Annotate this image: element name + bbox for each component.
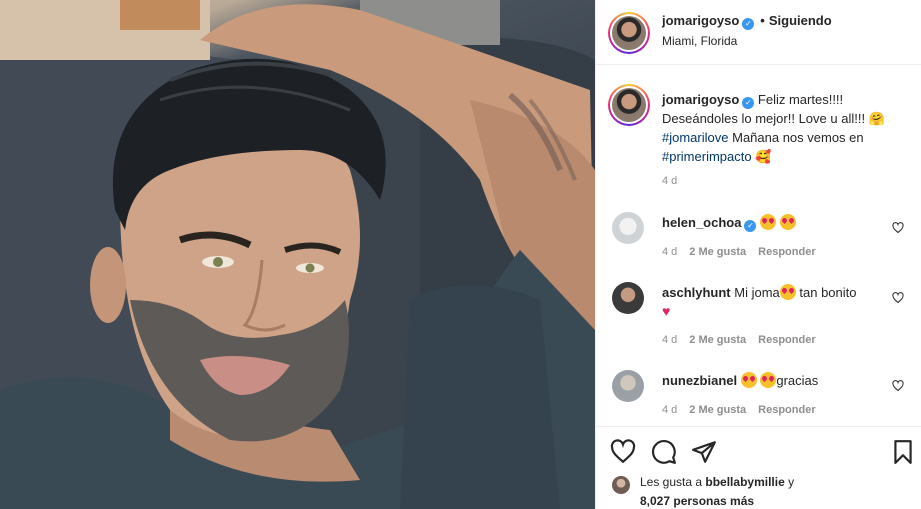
bookmark-icon[interactable] [890, 439, 916, 465]
comment-text: helen_ochoa ✓ [662, 214, 796, 232]
like-comment-heart-icon[interactable] [892, 222, 904, 234]
comment-meta: 4 d 2 Me gusta Responder [662, 246, 828, 258]
comment-body-start: Mi joma [734, 285, 780, 300]
comment-likes[interactable]: 2 Me gusta [689, 246, 746, 258]
liker-username[interactable]: bbellabymillie [705, 475, 784, 489]
reply-button[interactable]: Responder [758, 404, 815, 416]
heart-eyes-emoji [740, 372, 757, 388]
post-location[interactable]: Miami, Florida [662, 34, 737, 48]
post-details-panel: jomarigoyso ✓ • Siguiendo Miami, Florida jo… [595, 0, 921, 509]
header-user-row: jomarigoyso ✓ • Siguiendo [662, 13, 832, 30]
heart-icon[interactable] [610, 439, 636, 465]
comment-time[interactable]: 4 d [662, 404, 677, 416]
author-username[interactable]: jomarigoyso [662, 13, 739, 28]
comment-likes[interactable]: 2 Me gusta [689, 404, 746, 416]
portrait-image [0, 0, 595, 509]
caption-line2: Deseándoles lo mejor!! Love u all!!! [662, 111, 866, 126]
comment-meta: 4 d 2 Me gusta Responder [662, 334, 828, 346]
liker-avatar[interactable] [612, 476, 630, 494]
share-icon[interactable] [691, 439, 717, 465]
commenter-avatar[interactable] [612, 370, 644, 402]
commenter-avatar[interactable] [612, 212, 644, 244]
post-photo[interactable] [0, 0, 595, 509]
like-comment-heart-icon[interactable] [892, 292, 904, 304]
comment-body-end: tan bonito [799, 285, 857, 300]
verified-icon: ✓ [742, 18, 755, 30]
caption-line3: Mañana nos vemos en [732, 130, 864, 145]
comment-icon[interactable] [651, 439, 677, 465]
comment-text: nunezbianel gracias [662, 372, 818, 390]
reply-button[interactable]: Responder [758, 246, 815, 258]
commenter-username[interactable]: helen_ochoa [662, 215, 741, 230]
likes-prefix: Les gusta a [640, 475, 703, 489]
heart-eyes-emoji [779, 214, 796, 230]
heart-eyes-emoji [760, 372, 777, 388]
heart-eyes-emoji [760, 214, 777, 230]
caption-time[interactable]: 4 d [662, 175, 677, 187]
comment-text: aschlyhunt Mi joma tan bonito ♥ [662, 284, 882, 321]
caption-line1: Feliz martes!!!! [757, 92, 844, 107]
hug-emoji: 🤗 [868, 111, 885, 126]
verified-icon: ✓ [742, 97, 755, 109]
commenter-avatar[interactable] [612, 282, 644, 314]
comment-body: gracias [776, 373, 819, 388]
likes-suffix: y [788, 475, 795, 489]
comment-likes[interactable]: 2 Me gusta [689, 334, 746, 346]
like-comment-heart-icon[interactable] [892, 380, 904, 392]
post-header: jomarigoyso ✓ • Siguiendo Miami, Florida [596, 0, 921, 65]
commenter-username[interactable]: nunezbianel [662, 373, 737, 388]
hashtag-primerimpacto[interactable]: #primerimpacto [662, 149, 752, 164]
commenter-username[interactable]: aschlyhunt [662, 285, 731, 300]
comment-meta: 4 d 2 Me gusta Responder [662, 404, 828, 416]
hashtag-jomarilove[interactable]: #jomarilove [662, 130, 728, 145]
likes-summary: Les gusta a bbellabymillie y 8,027 perso… [640, 473, 910, 509]
likes-count[interactable]: 8,027 personas más [640, 494, 754, 508]
red-heart-emoji: ♥ [662, 303, 671, 319]
caption-text: jomarigoyso ✓ Feliz martes!!!! Deseándole… [662, 90, 902, 166]
comment-time[interactable]: 4 d [662, 334, 677, 346]
comment-time[interactable]: 4 d [662, 246, 677, 258]
smile-hearts-emoji: 🥰 [755, 149, 772, 164]
separator-dot: • [760, 13, 765, 28]
author-avatar[interactable] [608, 12, 650, 54]
caption-username[interactable]: jomarigoyso [662, 92, 739, 107]
reply-button[interactable]: Responder [758, 334, 815, 346]
verified-icon: ✓ [744, 220, 757, 232]
heart-eyes-emoji [779, 284, 796, 300]
following-button[interactable]: Siguiendo [769, 13, 832, 28]
caption-avatar[interactable] [608, 84, 650, 126]
